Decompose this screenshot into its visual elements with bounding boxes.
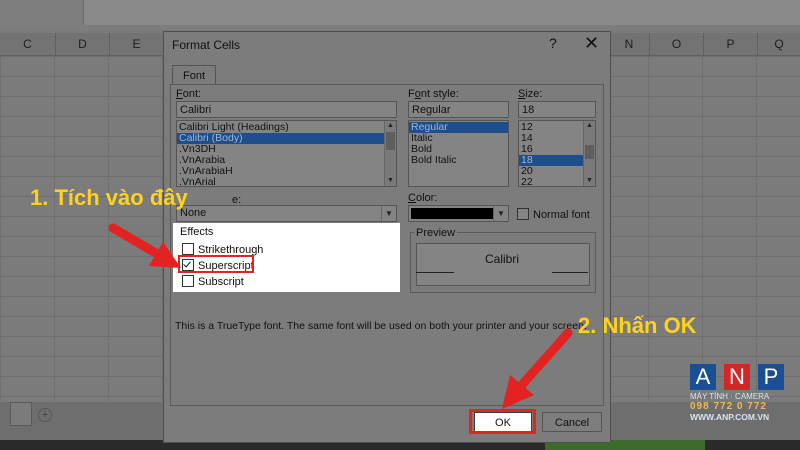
- size-input[interactable]: 18: [518, 101, 596, 118]
- size-label: Size:: [518, 88, 543, 100]
- checkbox-icon[interactable]: [182, 275, 194, 287]
- font-list[interactable]: Calibri Light (Headings) Calibri (Body) .V…: [176, 120, 397, 187]
- color-label: Color:: [408, 192, 438, 204]
- column-header-e[interactable]: E: [110, 33, 164, 56]
- logo-phone: 098 772 0 772: [690, 401, 767, 412]
- font-style-label: Font style:: [408, 88, 459, 100]
- add-sheet-icon[interactable]: +: [38, 408, 52, 422]
- font-style-list[interactable]: Regular Italic Bold Bold Italic: [408, 120, 509, 187]
- preview-text: Calibri: [484, 252, 519, 266]
- column-header-n[interactable]: N: [609, 33, 650, 56]
- column-header-p[interactable]: P: [704, 33, 758, 56]
- normal-font-checkbox[interactable]: Normal font: [517, 208, 590, 221]
- chevron-down-icon[interactable]: ▼: [381, 206, 396, 221]
- column-header-c[interactable]: C: [0, 33, 56, 56]
- underline-select[interactable]: None ▼: [176, 205, 397, 222]
- cancel-button[interactable]: Cancel: [542, 412, 602, 432]
- scroll-up-icon[interactable]: ▲: [385, 121, 396, 131]
- step1-annotation: 1. Tích vào đây: [30, 185, 188, 210]
- help-icon[interactable]: ?: [549, 35, 557, 51]
- anp-logo: A N P MÁY TÍNH · CAMERA 098 772 0 772 WW…: [690, 364, 794, 422]
- formula-bar-area: [0, 0, 800, 30]
- style-list-item[interactable]: Bold Italic: [409, 155, 508, 166]
- size-list[interactable]: 12 14 16 18 20 22 ▲ ▼: [518, 120, 596, 187]
- chevron-down-icon[interactable]: ▼: [493, 206, 508, 221]
- checkbox-icon[interactable]: [517, 208, 529, 220]
- preview-baseline-right: [552, 272, 588, 273]
- superscript-highlight-box: [178, 255, 254, 273]
- size-list-scrollbar[interactable]: ▲ ▼: [583, 121, 595, 186]
- close-icon[interactable]: ✕: [584, 33, 599, 54]
- normal-font-label: Normal font: [533, 209, 590, 221]
- formula-bar[interactable]: [83, 0, 800, 25]
- color-select[interactable]: ▼: [408, 205, 509, 222]
- font-style-input[interactable]: Regular: [408, 101, 509, 118]
- font-input[interactable]: Calibri: [176, 101, 397, 118]
- subscript-label: Subscript: [198, 276, 244, 288]
- scroll-up-icon[interactable]: ▲: [584, 121, 595, 131]
- preview-baseline-left: [416, 272, 454, 273]
- logo-letter-p: P: [758, 364, 784, 390]
- column-header-d[interactable]: D: [56, 33, 110, 56]
- preview-label: Preview: [414, 227, 458, 239]
- anp-letters: A N P: [690, 364, 794, 390]
- logo-tagline: MÁY TÍNH · CAMERA: [690, 392, 770, 401]
- font-list-scrollbar[interactable]: ▲ ▼: [384, 121, 396, 186]
- column-header-o[interactable]: O: [650, 33, 704, 56]
- dialog-title: Format Cells: [172, 38, 241, 52]
- logo-website: WWW.ANP.COM.VN: [690, 412, 770, 422]
- font-list-item[interactable]: .VnArial: [177, 177, 396, 187]
- logo-letter-a: A: [690, 364, 716, 390]
- sheet-tab[interactable]: [10, 402, 32, 426]
- scroll-down-icon[interactable]: ▼: [385, 176, 396, 186]
- font-label: Font:: [176, 88, 202, 100]
- tab-font[interactable]: Font: [172, 65, 216, 86]
- color-swatch: [411, 208, 493, 219]
- effects-label: Effects: [180, 226, 214, 238]
- subscript-checkbox[interactable]: Subscript: [182, 275, 244, 288]
- arrow-to-ok-icon: [502, 328, 573, 409]
- scroll-down-icon[interactable]: ▼: [584, 176, 595, 186]
- step2-annotation: 2. Nhấn OK: [578, 313, 697, 338]
- logo-letter-n: N: [724, 364, 750, 390]
- column-header-q[interactable]: Q: [758, 33, 800, 56]
- arrow-to-superscript-icon: [108, 223, 181, 268]
